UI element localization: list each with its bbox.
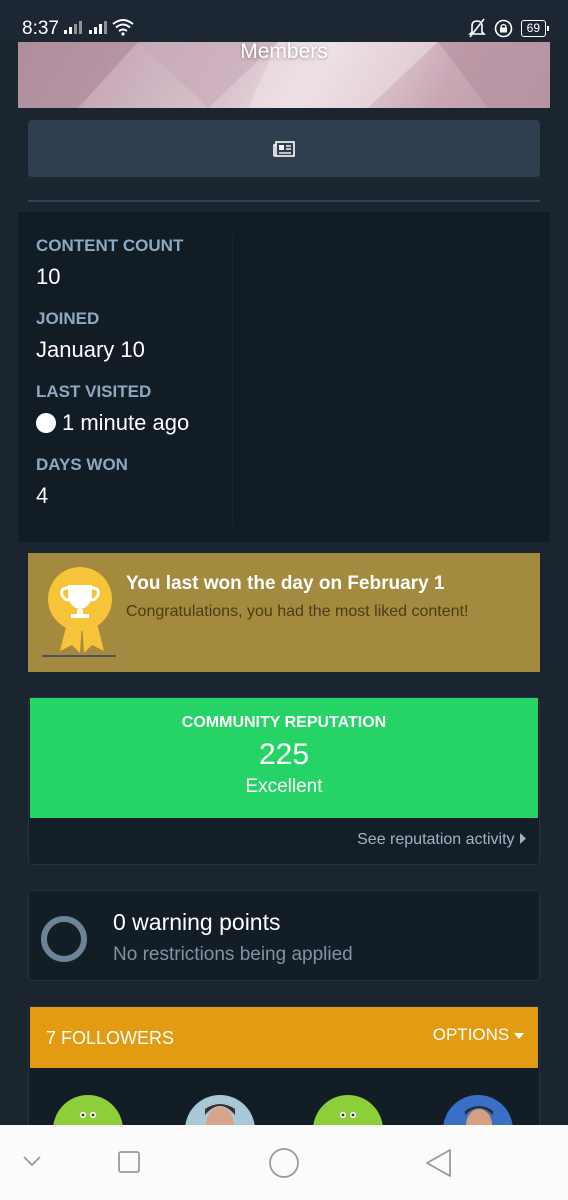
avatar[interactable] [53, 1095, 123, 1125]
award-title: You last won the day on February 1 [126, 573, 445, 594]
avatar[interactable] [443, 1095, 513, 1125]
trophy-icon [42, 567, 116, 657]
day-won-banner: You last won the day on February 1 Congr… [28, 553, 540, 672]
avatar[interactable] [185, 1095, 255, 1125]
reputation-box: COMMUNITY REPUTATION 225 Excellent [30, 698, 538, 818]
battery-icon: 69 [520, 19, 550, 37]
followers-card: 7 FOLLOWERS OPTIONS [28, 1006, 540, 1126]
chevron-down-icon[interactable] [22, 1155, 42, 1167]
warning-subtitle: No restrictions being applied [113, 944, 353, 965]
stat-value: January 10 [36, 337, 145, 362]
newspaper-icon [273, 140, 295, 157]
reputation-value: 225 [258, 738, 310, 771]
warning-points-card: 0 warning points No restrictions being a… [28, 890, 540, 981]
reputation-card: COMMUNITY REPUTATION 225 Excellent See r… [28, 697, 540, 865]
bell-muted-icon [467, 18, 486, 38]
followers-title: 7 FOLLOWERS [46, 1028, 175, 1048]
signal-icon [64, 20, 82, 34]
stat-value: 10 [36, 264, 61, 289]
award-subtitle: Congratulations, you had the most liked … [126, 603, 469, 620]
stat-label: DAYS WON [36, 455, 128, 474]
stats-divider [232, 234, 233, 524]
system-nav-bar [0, 1125, 568, 1200]
caret-right-icon [520, 833, 526, 844]
divider [28, 200, 540, 202]
cover-image: Members [18, 42, 550, 108]
home-circle-icon[interactable] [268, 1147, 300, 1179]
stat-value: 1 minute ago [62, 410, 190, 435]
back-triangle-icon[interactable] [424, 1148, 452, 1178]
followers-header: 7 FOLLOWERS OPTIONS [30, 1007, 538, 1068]
reputation-activity-link[interactable]: See reputation activity [357, 831, 527, 849]
stat-label: JOINED [36, 309, 100, 328]
stat-joined: JOINED January 10 [36, 309, 145, 363]
stat-label: LAST VISITED [36, 382, 152, 401]
status-time: 8:37 [22, 18, 59, 39]
stat-last-visited: LAST VISITED 1 minute ago [36, 382, 189, 436]
stat-value: 4 [36, 483, 49, 508]
reputation-link-label: See reputation activity [357, 831, 515, 848]
recents-square-icon[interactable] [117, 1150, 141, 1174]
message-button[interactable] [28, 120, 540, 177]
avatar-image [53, 1095, 123, 1125]
stat-label: CONTENT COUNT [36, 236, 184, 255]
caret-down-icon [514, 1033, 524, 1039]
stat-content-count: CONTENT COUNT 10 [36, 236, 183, 290]
stat-days-won: DAYS WON 4 [36, 455, 128, 509]
avatar-image [185, 1095, 255, 1125]
signal-icon [89, 20, 107, 34]
warning-title: 0 warning points [113, 909, 281, 935]
avatar-image [443, 1095, 513, 1125]
options-label: OPTIONS [432, 1025, 510, 1044]
profile-stats: CONTENT COUNT 10 JOINED January 10 LAST … [18, 212, 550, 542]
reputation-label: COMMUNITY REPUTATION [181, 714, 387, 731]
reputation-rating: Excellent [245, 776, 323, 797]
status-bar: 8:37 69 [0, 0, 568, 42]
wifi-icon [112, 19, 134, 36]
warning-ring-icon [41, 916, 87, 962]
followers-options-button[interactable]: OPTIONS [433, 1025, 524, 1045]
avatar-image [313, 1095, 383, 1125]
avatar[interactable] [313, 1095, 383, 1125]
cover-title: Members [240, 42, 328, 63]
lock-rotation-icon [494, 19, 512, 37]
online-dot-icon [36, 413, 56, 433]
